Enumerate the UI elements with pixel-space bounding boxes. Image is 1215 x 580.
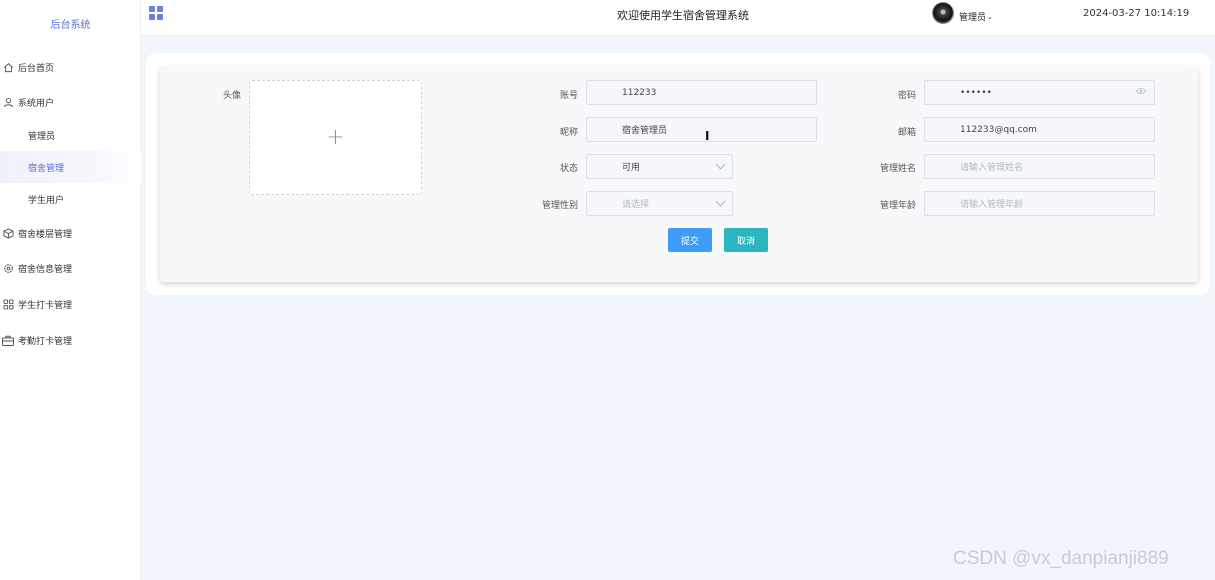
password-label: 密码: [897, 91, 916, 101]
email-label: 邮箱: [897, 128, 916, 138]
avatar-label: 头像: [222, 91, 241, 101]
avatar[interactable]: [932, 2, 954, 24]
home-icon: [2, 61, 14, 73]
nickname-label: 昵称: [559, 128, 578, 138]
top-header: 欢迎使用学生宿舍管理系统 管理员 ⌄ 2024-03-27 10:14:19: [141, 0, 1215, 36]
sidebar-item-label: 后台首页: [18, 63, 55, 74]
sidebar-item-label: 系统用户: [18, 98, 55, 109]
sidebar-item-system-users[interactable]: 系统用户: [0, 86, 141, 118]
status-label: 状态: [559, 164, 578, 174]
briefcase-icon: [2, 334, 14, 346]
manager-age-label: 管理年龄: [879, 201, 916, 211]
user-name: 管理员: [959, 13, 987, 23]
manager-name-input[interactable]: 请输入管理姓名: [924, 154, 1155, 179]
sidebar-item-label: 宿舍管理: [28, 163, 65, 174]
plus-icon: +: [326, 125, 345, 150]
sidebar-item-label: 学生用户: [28, 195, 65, 206]
sidebar-item-dorm-info[interactable]: 宿舍信息管理: [0, 252, 141, 284]
chevron-down-icon: ⌄: [987, 12, 993, 21]
account-input[interactable]: 112233: [586, 80, 817, 105]
gear-icon: [2, 262, 14, 274]
sidebar-item-label: 考勤打卡管理: [18, 336, 73, 347]
status-value: 可用: [622, 163, 641, 173]
user-icon: [2, 96, 14, 108]
password-value: ••••••: [960, 87, 992, 98]
manager-age-placeholder: 请输入管理年龄: [960, 200, 1024, 210]
cube-icon: [2, 227, 14, 239]
user-dropdown[interactable]: 管理员 ⌄: [959, 10, 993, 24]
manager-gender-select[interactable]: 请选择: [586, 191, 733, 216]
manager-gender-label: 管理性别: [541, 201, 578, 211]
sidebar-item-dorm-admin[interactable]: 宿舍管理: [0, 151, 141, 183]
watermark: CSDN @vx_danpianji889: [953, 548, 1169, 569]
email-input[interactable]: 112233@qq.com: [924, 117, 1155, 142]
nickname-value: 宿舍管理员: [622, 126, 668, 136]
header-datetime: 2024-03-27 10:14:19: [1083, 8, 1190, 19]
text-cursor-icon: I: [705, 129, 710, 143]
avatar-uploader[interactable]: +: [249, 80, 422, 195]
eye-icon[interactable]: [1135, 87, 1147, 98]
chevron-down-icon: [715, 159, 726, 170]
email-value: 112233@qq.com: [960, 124, 1037, 135]
sidebar-item-home[interactable]: 后台首页: [0, 51, 141, 83]
manager-gender-placeholder: 请选择: [622, 200, 650, 210]
sidebar-item-student-users[interactable]: 学生用户: [0, 183, 141, 215]
account-value: 112233: [622, 87, 657, 98]
brand-title: 后台系统: [50, 20, 91, 31]
sidebar-item-label: 宿舍楼层管理: [18, 229, 73, 240]
manager-name-placeholder: 请输入管理姓名: [960, 163, 1024, 173]
sidebar-item-student-checkin[interactable]: 学生打卡管理: [0, 288, 141, 320]
sidebar-item-label: 宿舍信息管理: [18, 264, 73, 275]
sidebar-item-label: 学生打卡管理: [18, 300, 73, 311]
nickname-input[interactable]: 宿舍管理员: [586, 117, 817, 142]
sidebar-item-admin[interactable]: 管理员: [0, 119, 141, 151]
account-label: 账号: [559, 91, 578, 101]
manager-age-input[interactable]: 请输入管理年龄: [924, 191, 1155, 216]
sidebar-item-dorm-floor[interactable]: 宿舍楼层管理: [0, 217, 141, 249]
sidebar-item-attendance[interactable]: 考勤打卡管理: [0, 324, 141, 356]
sidebar-item-label: 管理员: [28, 131, 56, 142]
manager-name-label: 管理姓名: [879, 164, 916, 174]
status-select[interactable]: 可用: [586, 154, 733, 179]
apps-icon: [2, 298, 14, 310]
password-input[interactable]: ••••••: [924, 80, 1155, 105]
sidebar: 后台系统 后台首页 系统用户 管理员 宿舍管理 学生用户 宿舍楼层管理 宿舍信息…: [0, 0, 141, 580]
submit-button[interactable]: 提交: [668, 228, 712, 252]
cancel-button[interactable]: 取消: [724, 228, 768, 252]
chevron-down-icon: [715, 196, 726, 207]
page-title: 欢迎使用学生宿舍管理系统: [617, 9, 749, 22]
menu-grid-icon[interactable]: [149, 6, 163, 20]
